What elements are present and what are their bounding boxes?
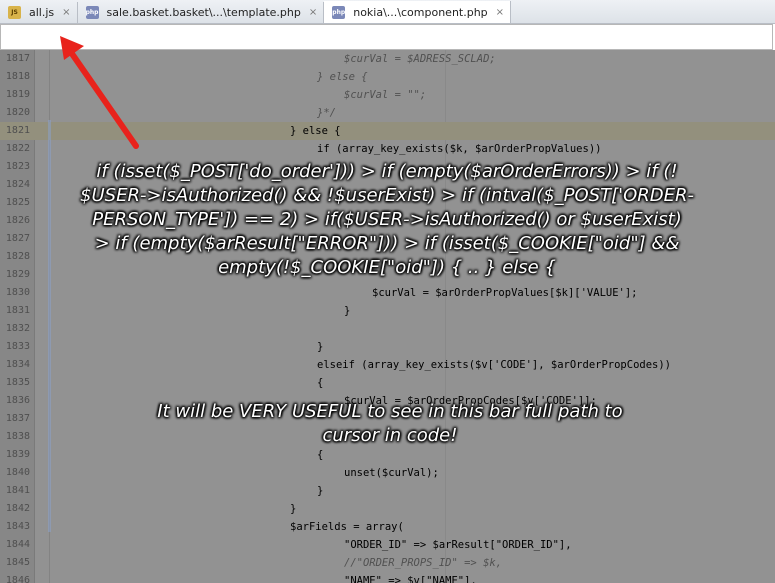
annotation-line: cursor in code! [322, 425, 458, 446]
breadcrumb-path-annotation: if (isset($_POST['do_order'])) > if (emp… [22, 160, 752, 280]
annotation-line: empty(!$_COOKIE["oid"]) { .. } else { [218, 257, 556, 278]
annotation-line: PERSON_TYPE']) == 2) > if($USER->isAutho… [92, 209, 682, 230]
annotation-line: if (isset($_POST['do_order'])) > if (emp… [96, 161, 678, 182]
feature-request-annotation: It will be VERY USEFUL to see in this ba… [90, 400, 690, 448]
annotation-line: It will be VERY USEFUL to see in this ba… [157, 401, 623, 422]
annotation-line: > if (empty($arResult["ERROR"])) > if (i… [94, 233, 680, 254]
annotation-arrow [60, 36, 139, 149]
annotation-line: $USER->isAuthorized() && !$userExist) > … [80, 185, 694, 206]
